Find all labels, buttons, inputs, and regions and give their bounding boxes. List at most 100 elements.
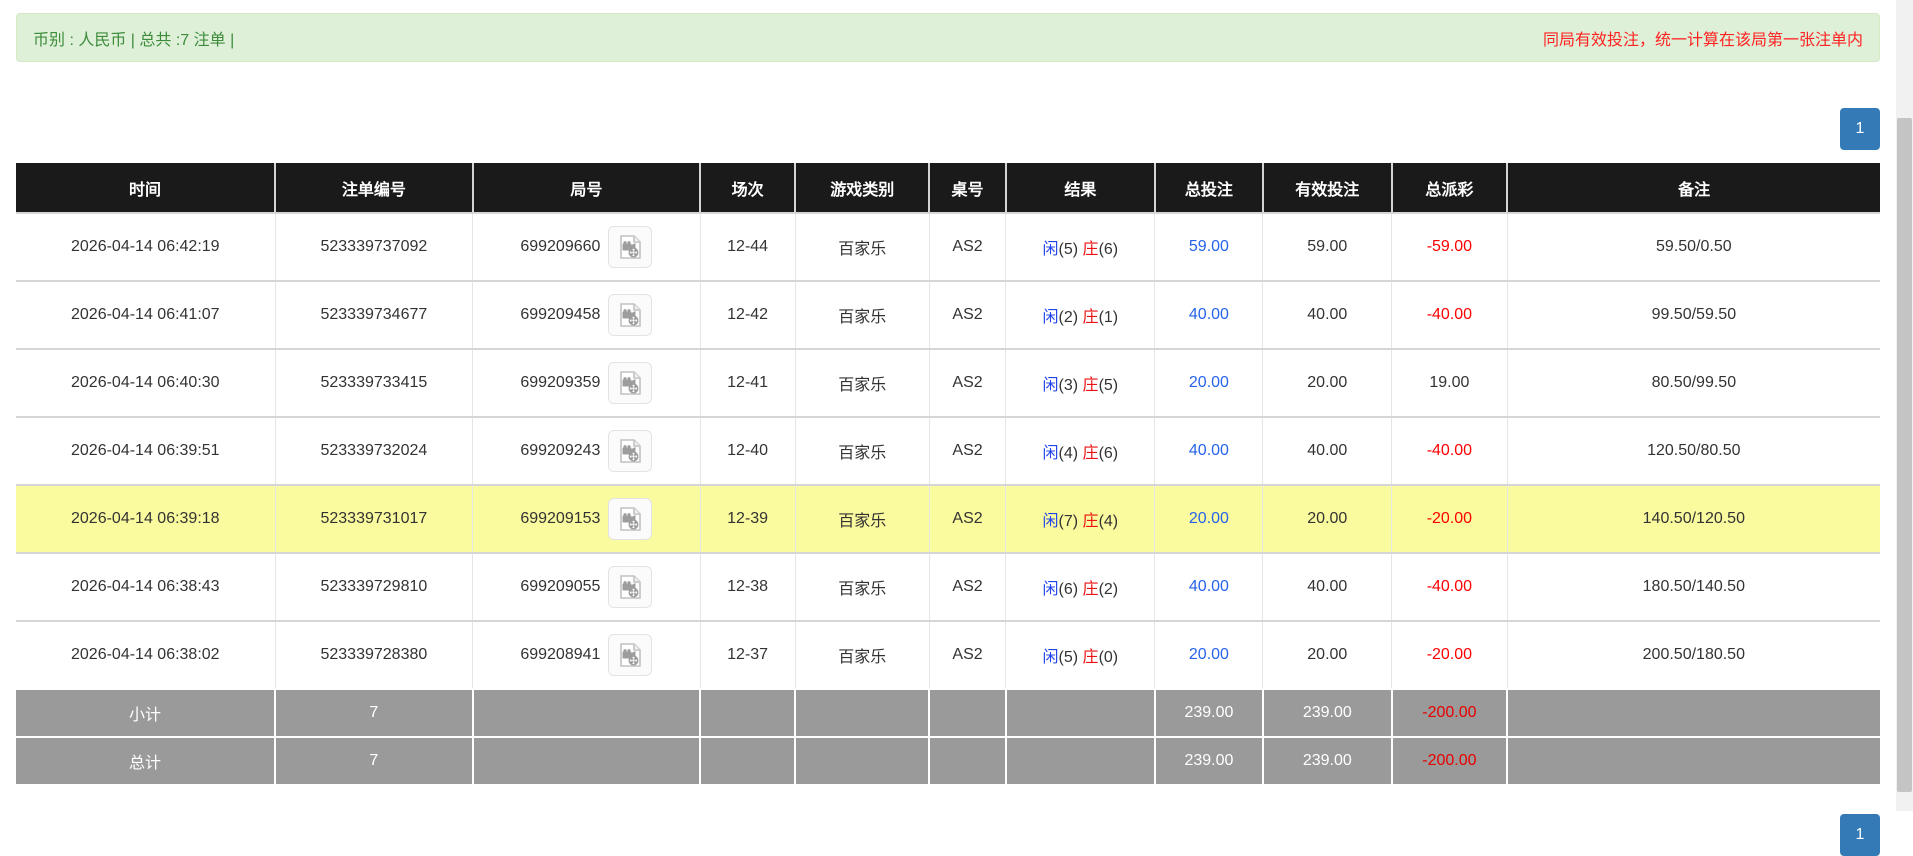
valid-bet-cell: 59.00 [1262, 212, 1392, 281]
remark-cell: 200.50/180.50 [1506, 620, 1880, 689]
player-score: (5) [1058, 649, 1079, 666]
total-row-empty-cell [699, 736, 796, 786]
game-type-cell: 百家乐 [794, 280, 930, 349]
page-1-button[interactable]: 1 [1840, 108, 1880, 150]
subtotal-row-empty-cell [1004, 688, 1155, 737]
player-score: (5) [1058, 241, 1079, 258]
bet-id-cell: 523339729810 [274, 552, 473, 621]
video-replay-button[interactable] [608, 566, 653, 608]
round-id-text: 699209055 [520, 578, 601, 595]
table-row: 2026-04-14 06:39:18 523339731017 699209153… [16, 484, 1880, 553]
result-cell: 闲(3) 庄(5) [1005, 348, 1155, 417]
payout-cell: -59.00 [1391, 212, 1508, 281]
video-replay-button[interactable] [608, 362, 653, 404]
total-bet-link[interactable]: 20.00 [1189, 510, 1229, 527]
player-score: (2) [1058, 309, 1079, 326]
session-cell: 12-39 [699, 484, 796, 553]
total-row-empty-cell [928, 736, 1006, 786]
column-header-8: 总投注 [1153, 163, 1263, 213]
valid-bet-cell: 40.00 [1262, 552, 1392, 621]
vertical-scrollbar[interactable] [1896, 0, 1913, 811]
total-bet-link[interactable]: 40.00 [1189, 442, 1229, 459]
table-header-row: 时间 注单编号 局号 场次 游戏类别 桌号 结果 总投注 有效投注 总派彩 备注 [16, 163, 1880, 213]
total-bet-link[interactable]: 20.00 [1189, 646, 1229, 663]
session-cell: 12-42 [699, 280, 796, 349]
subtotal-row-empty-cell [699, 688, 796, 737]
time-cell: 2026-04-14 06:39:18 [16, 484, 276, 553]
round-id-text: 699209359 [520, 374, 601, 391]
video-replay-button[interactable] [608, 226, 653, 268]
banker-score: (4) [1098, 513, 1119, 530]
payout-cell: -40.00 [1391, 416, 1508, 485]
total-bet-cell: 59.00 [1154, 212, 1263, 281]
total-bet-cell: 20.00 [1154, 484, 1263, 553]
currency-summary-text: 币别 : 人民币 | 总共 :7 注单 | [33, 31, 235, 49]
total-row-empty-cell [471, 736, 701, 786]
banker-score: (6) [1098, 241, 1119, 258]
banker-result-label: 庄 [1082, 309, 1099, 326]
game-type-cell: 百家乐 [794, 212, 930, 281]
payout-cell: -20.00 [1391, 484, 1508, 553]
video-replay-icon [620, 507, 642, 531]
total-bet-link[interactable]: 59.00 [1189, 238, 1229, 255]
info-bar: 币别 : 人民币 | 总共 :7 注单 | 同局有效投注，统一计算在该局第一张注… [16, 13, 1880, 62]
session-cell: 12-37 [699, 620, 796, 689]
remark-cell: 120.50/80.50 [1506, 416, 1880, 485]
column-header-6: 桌号 [928, 163, 1006, 213]
video-replay-icon [620, 575, 642, 599]
result-cell: 闲(7) 庄(4) [1005, 484, 1155, 553]
player-result-label: 闲 [1042, 581, 1059, 598]
subtotal-row-count: 7 [274, 688, 473, 737]
table-no-cell: AS2 [928, 348, 1006, 417]
subtotal-row-empty-cell [471, 688, 701, 737]
video-replay-button[interactable] [608, 634, 653, 676]
total-bet-link[interactable]: 40.00 [1189, 306, 1229, 323]
total-row-total-bet: 239.00 [1153, 736, 1263, 786]
total-row-count: 7 [274, 736, 473, 786]
pagination-bottom: 1 [16, 814, 1880, 856]
column-header-11: 备注 [1506, 163, 1880, 213]
session-cell: 12-44 [699, 212, 796, 281]
banker-result-label: 庄 [1082, 513, 1099, 530]
pagination-top: 1 [16, 108, 1880, 150]
banker-score: (2) [1098, 581, 1119, 598]
column-header-7: 结果 [1004, 163, 1155, 213]
banker-result-label: 庄 [1082, 649, 1099, 666]
video-replay-button[interactable] [608, 498, 653, 540]
bet-records-table: 时间 注单编号 局号 场次 游戏类别 桌号 结果 总投注 有效投注 总派彩 备注 2026-04-1… [16, 163, 1880, 786]
player-score: (7) [1058, 513, 1079, 530]
video-replay-button[interactable] [608, 294, 653, 336]
round-id-text: 699209660 [520, 238, 601, 255]
result-cell: 闲(4) 庄(6) [1005, 416, 1155, 485]
subtotal-row-remark [1506, 688, 1880, 737]
table-no-cell: AS2 [928, 484, 1006, 553]
total-row-empty-cell [794, 736, 930, 786]
column-header-2: 注单编号 [274, 163, 473, 213]
total-row-payout: -200.00 [1390, 736, 1508, 786]
table-no-cell: AS2 [928, 620, 1006, 689]
session-cell: 12-40 [699, 416, 796, 485]
video-replay-button[interactable] [608, 430, 653, 472]
bet-id-cell: 523339737092 [274, 212, 473, 281]
subtotal-row-payout: -200.00 [1390, 688, 1508, 737]
table-row: 2026-04-14 06:41:07 523339734677 699209458… [16, 280, 1880, 349]
banker-result-label: 庄 [1082, 241, 1099, 258]
scrollbar-thumb[interactable] [1897, 118, 1912, 792]
table-no-cell: AS2 [928, 280, 1006, 349]
table-row: 2026-04-14 06:42:19 523339737092 699209660… [16, 212, 1880, 281]
main-content: 币别 : 人民币 | 总共 :7 注单 | 同局有效投注，统一计算在该局第一张注… [16, 0, 1880, 856]
total-bet-link[interactable]: 20.00 [1189, 374, 1229, 391]
bet-id-cell: 523339731017 [274, 484, 473, 553]
total-row-empty-cell [1004, 736, 1155, 786]
page-1-button-bottom[interactable]: 1 [1840, 814, 1880, 856]
valid-bet-notice-text: 同局有效投注，统一计算在该局第一张注单内 [1542, 31, 1863, 49]
column-header-1: 时间 [16, 163, 276, 213]
total-bet-link[interactable]: 40.00 [1189, 578, 1229, 595]
total-bet-cell: 40.00 [1154, 552, 1263, 621]
time-cell: 2026-04-14 06:41:07 [16, 280, 276, 349]
remark-cell: 99.50/59.50 [1506, 280, 1880, 349]
time-cell: 2026-04-14 06:39:51 [16, 416, 276, 485]
game-type-cell: 百家乐 [794, 552, 930, 621]
valid-bet-cell: 20.00 [1262, 484, 1392, 553]
bet-id-cell: 523339733415 [274, 348, 473, 417]
